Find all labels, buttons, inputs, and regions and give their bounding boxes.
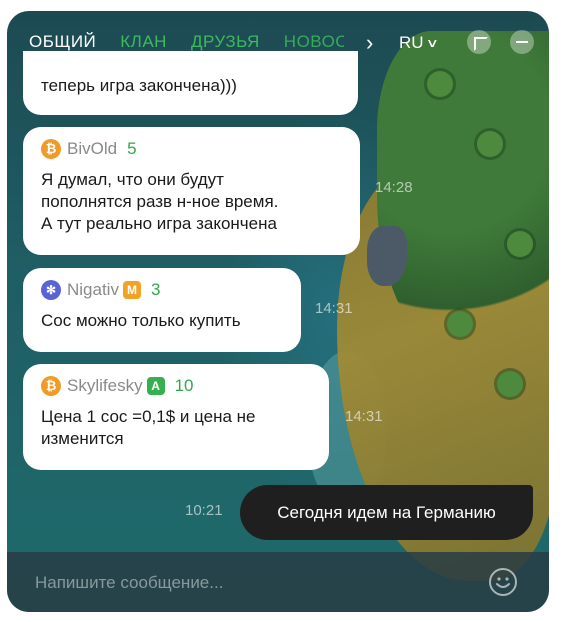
map-tree — [497, 371, 523, 397]
tab-friends[interactable]: ДРУЗЬЯ — [191, 32, 260, 52]
message-input[interactable] — [35, 570, 465, 596]
own-message-text: Сегодня идем на Германию — [277, 502, 496, 522]
user-level: 3 — [150, 280, 161, 299]
chevron-right-icon[interactable]: › — [366, 30, 373, 56]
message-bubble: ₿ Skylifesky A 10 Цена 1 сос =0,1$ и цен… — [23, 364, 329, 470]
own-message-time: 10:21 — [185, 502, 223, 519]
message-header: ₿ BivOld 5 — [41, 139, 342, 159]
message-time: 14:31 — [345, 408, 383, 425]
message-bubble: теперь игра закончена))) — [23, 51, 358, 115]
message-bubble: ₿ BivOld 5 Я думал, что они будут пополн… — [23, 127, 360, 255]
map-tree — [477, 131, 503, 157]
tab-clan[interactable]: КЛАН — [120, 32, 167, 52]
tab-general[interactable]: ОБЩИЙ — [26, 32, 99, 72]
language-label: RU — [399, 33, 424, 52]
map-tree — [427, 71, 453, 97]
message-time: 14:31 — [315, 300, 353, 317]
map-tree — [447, 311, 473, 337]
map-cliff — [367, 226, 407, 286]
own-message-bubble: Сегодня идем на Германию — [240, 485, 533, 540]
message-text: Сос можно только купить — [41, 311, 241, 330]
username[interactable]: Skylifesky — [67, 375, 143, 397]
username[interactable]: Nigativ — [67, 279, 119, 301]
expand-icon[interactable] — [467, 30, 491, 54]
minimize-icon[interactable] — [510, 30, 534, 54]
message-time: 14:28 — [375, 179, 413, 196]
cosmos-icon: ✻ — [41, 280, 61, 300]
smiley-icon[interactable] — [487, 566, 519, 598]
map-tree — [507, 231, 533, 257]
message-bubble: ✻ Nigativ M 3 Сос можно только купить — [23, 268, 301, 352]
user-level: 5 — [127, 139, 137, 158]
badge-icon: A — [146, 377, 165, 395]
message-text: Я думал, что они будут пополнятся разв н… — [41, 170, 279, 233]
chat-panel: ОБЩИЙ КЛАН ДРУЗЬЯ НОВОСТИ › RU ∨ теперь … — [7, 11, 549, 612]
user-level: 10 — [174, 376, 194, 395]
badge-icon: M — [122, 281, 141, 299]
username[interactable]: BivOld — [67, 138, 117, 160]
chevron-down-icon: ∨ — [425, 36, 439, 50]
message-text: теперь игра закончена))) — [41, 76, 237, 95]
message-text: Цена 1 сос =0,1$ и цена не изменится — [41, 407, 256, 448]
bitcoin-icon: ₿ — [41, 376, 61, 396]
bitcoin-icon: ₿ — [41, 139, 61, 159]
message-header: ✻ Nigativ M 3 — [41, 280, 283, 300]
message-header: ₿ Skylifesky A 10 — [41, 376, 311, 396]
language-select[interactable]: RU ∨ — [399, 33, 439, 53]
message-input-bar — [7, 552, 549, 612]
tab-news[interactable]: НОВОСТИ — [284, 32, 344, 52]
